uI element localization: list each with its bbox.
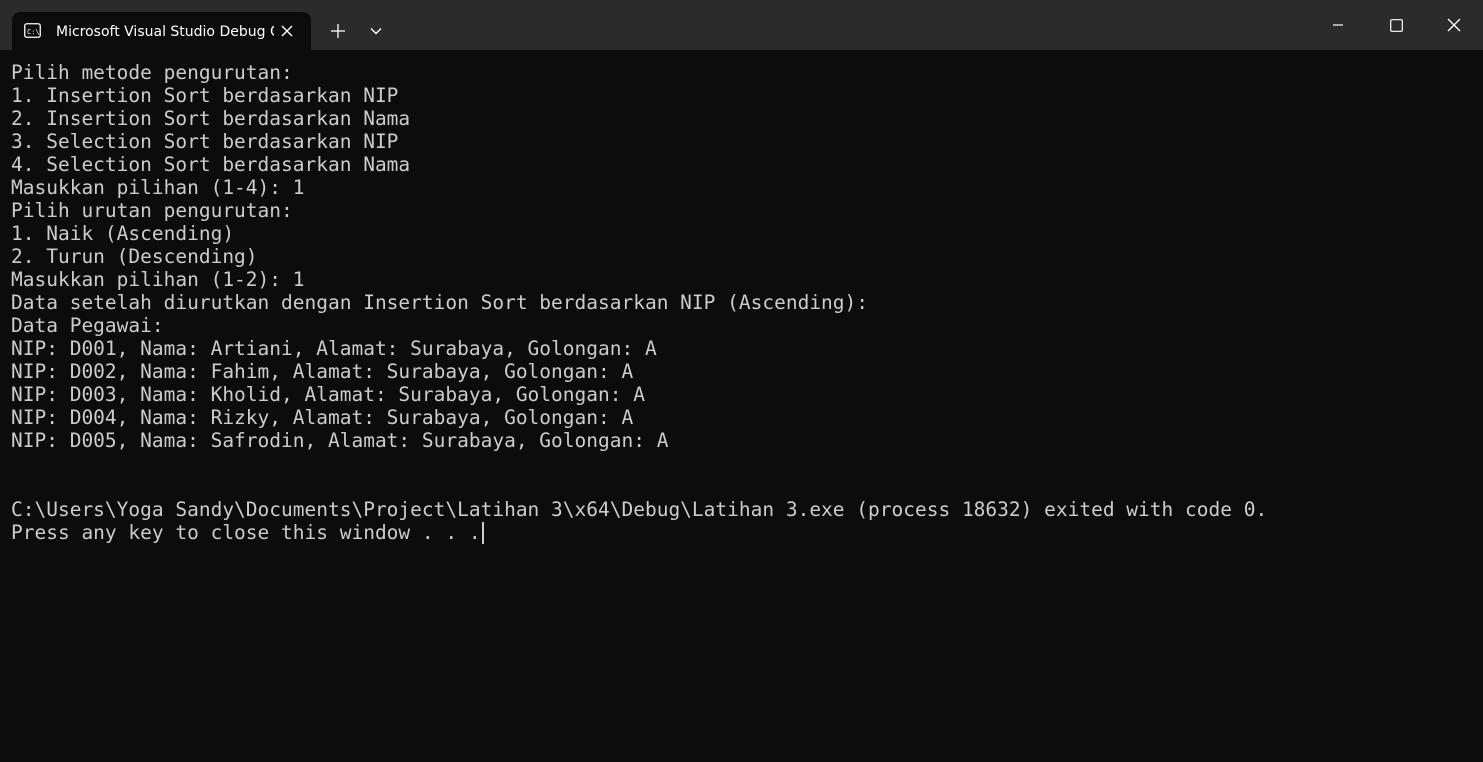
close-tab-button[interactable] [276,20,298,42]
terminal-line: Pilih metode pengurutan: [11,61,293,84]
tab-dropdown-button[interactable] [360,16,392,46]
minimize-button[interactable] [1310,0,1366,50]
chevron-down-icon [370,28,382,35]
terminal-line: NIP: D004, Nama: Rizky, Alamat: Surabaya… [11,406,634,429]
new-tab-button[interactable] [322,16,354,46]
terminal-output[interactable]: Pilih metode pengurutan: 1. Insertion So… [11,61,1471,751]
maximize-button[interactable] [1368,0,1424,50]
terminal-icon: C:\ [24,23,41,38]
terminal-line: 4. Selection Sort berdasarkan Nama [11,153,411,176]
terminal-line: 1. Insertion Sort berdasarkan NIP [11,84,399,107]
minimize-icon [1333,24,1343,26]
terminal-line: NIP: D005, Nama: Safrodin, Alamat: Surab… [11,429,669,452]
terminal-line: NIP: D001, Nama: Artiani, Alamat: Suraba… [11,337,657,360]
terminal-line: Masukkan pilihan (1-4): 1 [11,176,305,199]
close-icon [281,25,293,37]
terminal-prompt-line: Press any key to close this window . . . [11,521,1471,544]
terminal-line: Data setelah diurutkan dengan Insertion … [11,291,869,314]
terminal-line: 1. Naik (Ascending) [11,222,235,245]
svg-text:C:\: C:\ [27,28,40,36]
plus-icon [331,24,345,38]
close-icon [1447,18,1461,32]
terminal-line: Masukkan pilihan (1-2): 1 [11,268,305,291]
terminal-line: NIP: D002, Nama: Fahim, Alamat: Surabaya… [11,360,634,383]
title-bar[interactable]: C:\ Microsoft Visual Studio Debug Consol… [0,0,1483,50]
terminal-line: Data Pegawai: [11,314,164,337]
tab-title: Microsoft Visual Studio Debug Console [56,24,274,40]
terminal-line: 2. Turun (Descending) [11,245,258,268]
terminal-window: C:\ Microsoft Visual Studio Debug Consol… [0,0,1483,762]
maximize-icon [1389,18,1403,32]
terminal-line: 2. Insertion Sort berdasarkan Nama [11,107,411,130]
terminal-line: NIP: D003, Nama: Kholid, Alamat: Surabay… [11,383,645,406]
terminal-line: Pilih urutan pengurutan: [11,199,293,222]
terminal-line: 3. Selection Sort berdasarkan NIP [11,130,399,153]
close-window-button[interactable] [1426,0,1482,50]
tab-debug-console[interactable]: C:\ Microsoft Visual Studio Debug Consol… [12,12,311,50]
terminal-line-text: Press any key to close this window . . . [11,521,481,544]
text-cursor [481,522,484,544]
terminal-line: C:\Users\Yoga Sandy\Documents\Project\La… [11,498,1268,521]
